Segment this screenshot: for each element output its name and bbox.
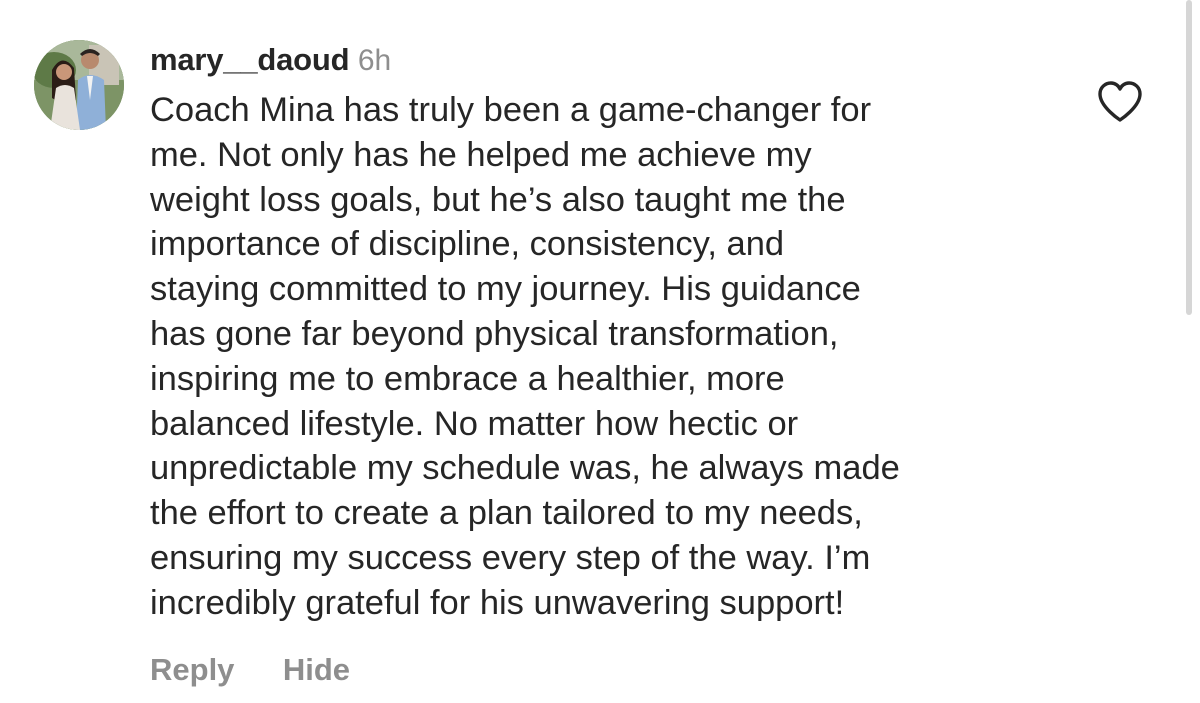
comment-line: has gone far beyond physical transformat… <box>150 314 839 353</box>
comment-line: inspiring me to embrace a healthier, mor… <box>150 359 785 398</box>
heart-icon[interactable] <box>1096 80 1144 124</box>
scrollbar[interactable] <box>1186 0 1192 315</box>
comment-text: Coach Mina has truly been a game-changer… <box>150 88 1050 626</box>
comment-line: importance of discipline, consistency, a… <box>150 225 785 264</box>
comment-line: unpredictable my schedule was, he always… <box>150 449 900 488</box>
comment-line: ensuring my success every step of the wa… <box>150 538 871 577</box>
comment-actions: Reply Hide <box>150 650 394 690</box>
comment-line: weight loss goals, but he’s also taught … <box>150 180 846 219</box>
hide-button[interactable]: Hide <box>283 652 350 687</box>
comment-meta: mary__daoud 6h <box>150 38 1050 82</box>
avatar-photo <box>34 40 124 130</box>
comment-line: balanced lifestyle. No matter how hectic… <box>150 404 799 443</box>
comment-item: mary__daoud 6h Coach Mina has truly been… <box>0 0 1200 703</box>
comment-line: incredibly grateful for his unwavering s… <box>150 583 845 622</box>
comment-line: me. Not only has he helped me achieve my <box>150 135 812 174</box>
username-link[interactable]: mary__daoud <box>150 42 350 77</box>
comment-line: Coach Mina has truly been a game-changer… <box>150 91 872 129</box>
comment-timestamp: 6h <box>357 44 392 77</box>
comment-line: the effort to create a plan tailored to … <box>150 494 863 533</box>
comment-body: mary__daoud 6h Coach Mina has truly been… <box>150 38 1050 626</box>
comment-line: staying committed to my journey. His gui… <box>150 270 861 309</box>
reply-button[interactable]: Reply <box>150 652 234 687</box>
avatar[interactable] <box>34 40 124 130</box>
